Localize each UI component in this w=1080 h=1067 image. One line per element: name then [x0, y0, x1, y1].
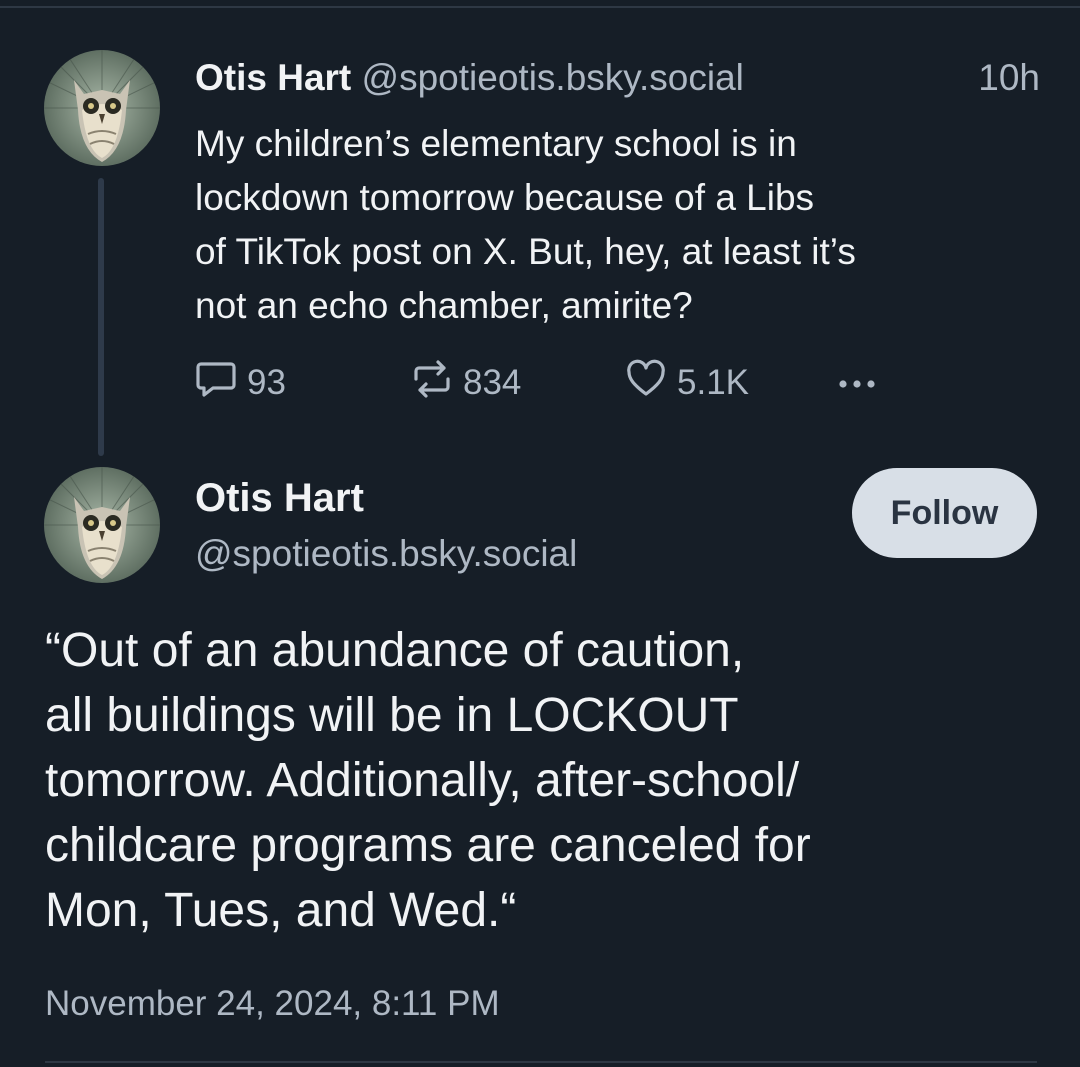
bottom-divider	[45, 1061, 1037, 1063]
post1-handle[interactable]: @spotieotis.bsky.social	[362, 57, 744, 98]
reply-button[interactable]: 93	[195, 357, 286, 409]
post1-display-name[interactable]: Otis Hart	[195, 57, 351, 98]
repost-button[interactable]: 834	[411, 357, 521, 409]
post2-display-name[interactable]: Otis Hart	[195, 472, 364, 524]
top-divider	[0, 6, 1080, 8]
owl-avatar[interactable]	[44, 467, 160, 583]
post1-time[interactable]: 10h	[978, 52, 1040, 104]
reply-icon	[195, 359, 247, 408]
post2-handle[interactable]: @spotieotis.bsky.social	[195, 528, 577, 580]
ellipsis-icon	[831, 363, 893, 403]
follow-button[interactable]: Follow	[852, 468, 1037, 558]
thread-line	[98, 178, 104, 456]
post1-text: My children’s elementary school is in lo…	[195, 123, 856, 326]
post2-date: November 24, 2024, 8:11 PM	[45, 984, 500, 1023]
repost-icon	[411, 359, 463, 408]
owl-avatar[interactable]	[44, 50, 160, 166]
like-count: 5.1K	[677, 363, 749, 402]
more-options-button[interactable]	[831, 357, 893, 409]
post2-text: “Out of an abundance of caution, all bui…	[45, 624, 811, 937]
reply-count: 93	[247, 363, 286, 402]
post1-actions: 93 834 5.1K	[195, 357, 915, 409]
heart-icon	[625, 359, 677, 408]
repost-count: 834	[463, 363, 522, 402]
like-button[interactable]: 5.1K	[625, 357, 749, 409]
post1-header: Otis Hart @spotieotis.bsky.social 10h	[195, 52, 1040, 104]
